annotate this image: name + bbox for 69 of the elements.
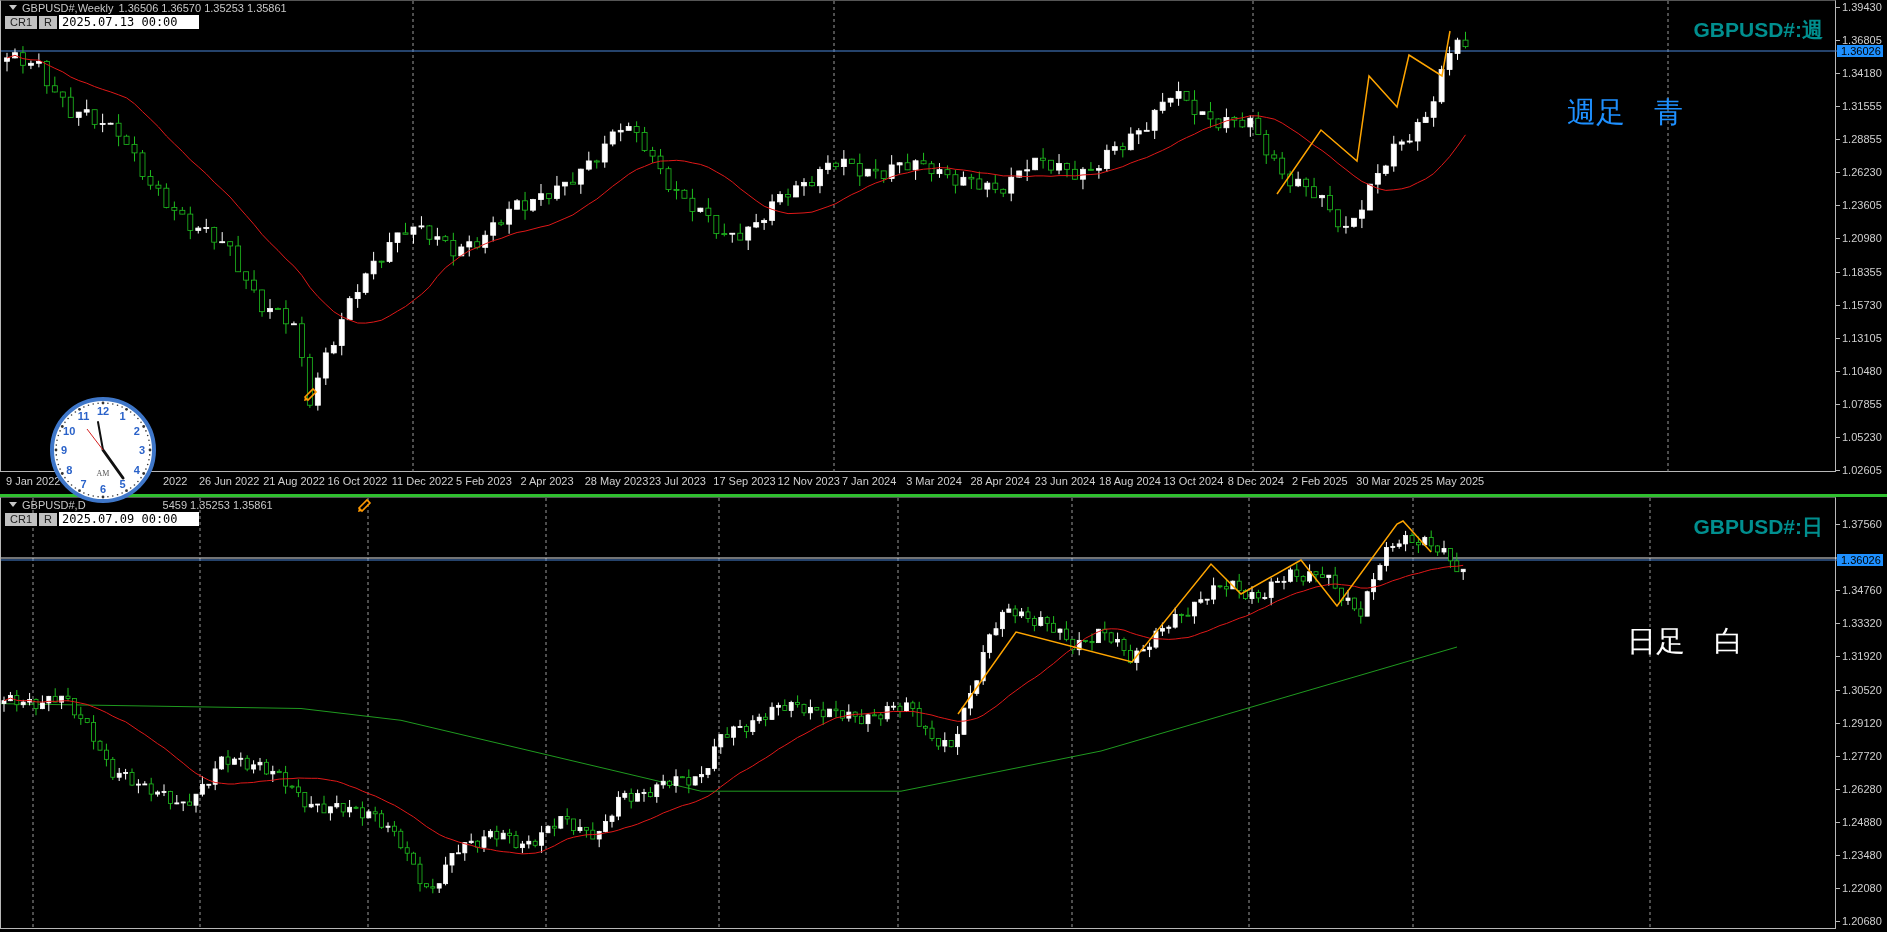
- price-tick: 1.26230: [1836, 166, 1882, 179]
- chart-note: 週足 青: [1567, 95, 1683, 130]
- date-tick: 11 Dec 2022: [390, 475, 454, 487]
- date-tick: 28 May 2023: [583, 475, 649, 487]
- toolbar-button[interactable]: R: [39, 512, 57, 526]
- date-tick: 23 Jul 2023: [648, 475, 706, 487]
- date-tick: 5 Feb 2023: [455, 475, 512, 487]
- price-tick: 1.22080: [1836, 882, 1882, 895]
- date-tick: 18 Aug 2024: [1098, 475, 1161, 487]
- current-price-tag: 1.36026: [1837, 45, 1883, 57]
- price-tick: 1.33320: [1836, 617, 1882, 630]
- date-tick: 26 Jun 2022: [197, 475, 260, 487]
- price-tick: 1.30520: [1836, 683, 1882, 696]
- price-tick: 1.20980: [1836, 232, 1882, 245]
- price-tick: 1.20680: [1836, 915, 1882, 928]
- price-tick: 1.37560: [1836, 518, 1882, 530]
- price-tick: 1.27720: [1836, 749, 1882, 762]
- price-tick: 1.28855: [1836, 133, 1882, 146]
- date-tick: 25 May 2025: [1419, 475, 1485, 487]
- date-field[interactable]: 2025.07.09 00:00: [58, 512, 199, 526]
- price-tick: 1.34180: [1836, 67, 1882, 80]
- date-tick: 3 Mar 2024: [905, 475, 962, 487]
- price-tick: 1.23480: [1836, 849, 1882, 861]
- date-tick: 16 Oct 2022: [326, 475, 388, 487]
- price-tick: 1.24880: [1836, 815, 1882, 828]
- ohlc-values: 1.36506 1.36570 1.35253 1.35861: [118, 1, 287, 14]
- toolbar-button[interactable]: CR1: [5, 512, 37, 526]
- date-tick: 28 Apr 2024: [969, 475, 1030, 487]
- price-tick: 1.26280: [1836, 782, 1882, 795]
- date-tick: 13 Oct 2024: [1162, 475, 1224, 487]
- date-tick: 2022: [162, 475, 188, 487]
- pencil-icon[interactable]: [357, 496, 374, 513]
- date-tick: 8 Dec 2024: [1226, 475, 1284, 487]
- price-tick: 1.02605: [1836, 463, 1882, 476]
- chart-note: 日足 白: [1627, 624, 1743, 659]
- price-tick: 1.10480: [1836, 364, 1882, 377]
- pencil-icon[interactable]: [303, 387, 318, 402]
- ohlc-values: 5459 1.35253 1.35861: [162, 498, 273, 511]
- date-tick: 21 Aug 2022: [262, 475, 325, 487]
- price-tick: 1.07855: [1836, 397, 1882, 410]
- date-tick: 7 Jan 2024: [840, 475, 897, 487]
- toolbar-button[interactable]: R: [39, 15, 57, 29]
- price-tick: 1.13105: [1836, 331, 1882, 344]
- date-tick: 2 Apr 2023: [519, 475, 574, 487]
- date-tick: 17 Sep 2023: [712, 475, 776, 487]
- price-tick: 1.31555: [1836, 100, 1882, 113]
- chart-symbol: GBPUSD#,Weekly: [22, 1, 114, 14]
- collapse-icon[interactable]: [9, 5, 17, 10]
- date-field[interactable]: 2025.07.13 00:00: [58, 15, 199, 29]
- date-tick: 12 Nov 2023: [776, 475, 840, 487]
- price-tick: 1.34760: [1836, 584, 1882, 597]
- symbol-label: GBPUSD#:日: [1693, 514, 1823, 540]
- date-tick: 23 Jun 2024: [1033, 475, 1096, 487]
- price-tick: 1.18355: [1836, 265, 1882, 278]
- price-tick: 1.29120: [1836, 716, 1882, 729]
- price-tick: 1.15730: [1836, 298, 1882, 311]
- date-tick: 9 Jan 2022: [5, 475, 61, 487]
- price-tick: 1.31920: [1836, 650, 1882, 663]
- price-tick: 1.05230: [1836, 430, 1882, 443]
- date-tick: 2 Feb 2025: [1291, 475, 1348, 487]
- symbol-label: GBPUSD#:週: [1693, 17, 1823, 43]
- chart-symbol: GBPUSD#,D: [22, 498, 86, 511]
- price-tick: 1.36805: [1836, 34, 1882, 47]
- price-tick: 1.39430: [1836, 1, 1882, 13]
- current-price-tag: 1.36026: [1837, 554, 1883, 566]
- price-tick: 1.23605: [1836, 199, 1882, 212]
- toolbar-button[interactable]: CR1: [5, 15, 37, 29]
- collapse-icon[interactable]: [9, 502, 17, 507]
- date-tick: 30 Mar 2025: [1355, 475, 1419, 487]
